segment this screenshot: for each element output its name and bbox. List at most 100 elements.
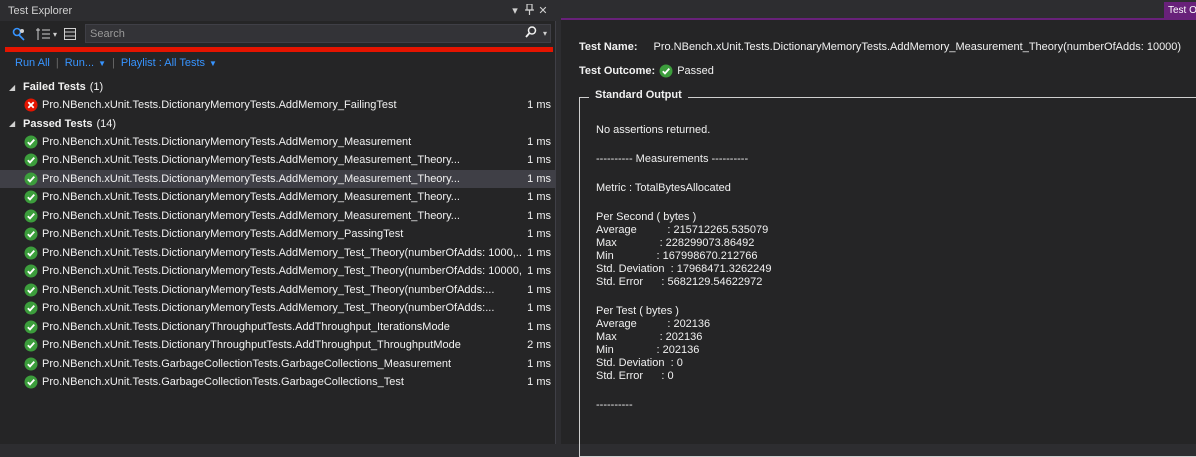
test-row[interactable]: Pro.NBench.xUnit.Tests.DictionaryMemoryT… [0,262,556,281]
passed-check-icon [24,375,38,389]
test-row[interactable]: Pro.NBench.xUnit.Tests.GarbageCollection… [0,373,556,392]
output-line: Min : 202136 [596,344,700,356]
toolbar: ▾ ▾ [0,22,556,46]
test-name: Pro.NBench.xUnit.Tests.GarbageCollection… [42,376,404,389]
output-line: Std. Deviation : 0 [596,357,683,369]
test-duration: 1 ms [527,265,551,278]
panel-menu-dropdown-icon[interactable]: ▾ [508,4,522,17]
group-by-icon[interactable] [10,25,28,43]
passed-check-icon [24,301,38,315]
playlist-menu-link[interactable]: Playlist : All Tests ▼ [121,57,217,69]
output-line: No assertions returned. [596,124,711,136]
test-tree: ◢ Failed Tests (1) Pro.NBench.xUnit.Test… [0,78,556,392]
output-line: Max : 202136 [596,331,703,343]
passed-tests-group[interactable]: ◢ Passed Tests (14) [0,115,556,133]
output-line: ---------- [596,399,633,411]
test-duration: 1 ms [527,99,551,112]
test-name: Pro.NBench.xUnit.Tests.DictionaryMemoryT… [42,191,460,204]
test-duration: 1 ms [527,283,551,296]
close-icon[interactable]: ✕ [536,4,550,17]
pin-icon[interactable] [522,2,536,18]
output-line: Min : 167998670.212766 [596,250,758,262]
failed-tests-group[interactable]: ◢ Failed Tests (1) [0,78,556,96]
separator: | [55,57,59,69]
failed-tests-list: Pro.NBench.xUnit.Tests.DictionaryMemoryT… [0,96,556,115]
panel-title: Test Explorer [8,4,73,17]
test-duration: 1 ms [527,191,551,204]
separator: | [112,57,115,69]
sort-dropdown-icon[interactable]: ▾ [53,30,57,39]
test-row[interactable]: Pro.NBench.xUnit.Tests.DictionaryMemoryT… [0,281,556,300]
sort-list-icon[interactable] [34,25,52,43]
collapse-triangle-icon[interactable]: ◢ [9,83,19,92]
output-line: Std. Error : 5682129.54622972 [596,276,763,288]
test-duration: 1 ms [527,154,551,167]
output-line: Metric : TotalBytesAllocated [596,182,731,194]
output-line: Std. Error : 0 [596,370,674,382]
test-duration: 1 ms [527,172,551,185]
group-count: (14) [96,117,117,130]
test-row[interactable]: Pro.NBench.xUnit.Tests.DictionaryThrough… [0,318,556,337]
passed-check-icon [24,246,38,260]
run-menu-link[interactable]: Run... ▼ [65,57,106,69]
test-name: Pro.NBench.xUnit.Tests.DictionaryMemoryT… [42,99,397,112]
test-duration: 1 ms [527,302,551,315]
test-duration: 1 ms [527,357,551,370]
passed-check-icon [24,190,38,204]
passed-tests-list: Pro.NBench.xUnit.Tests.DictionaryMemoryT… [0,133,556,392]
passed-check-icon [24,338,38,352]
test-row[interactable]: Pro.NBench.xUnit.Tests.DictionaryMemoryT… [0,244,556,263]
test-duration: 1 ms [527,246,551,259]
test-name-row: Test Name: Pro.NBench.xUnit.Tests.Dictio… [579,41,1181,53]
test-row[interactable]: Pro.NBench.xUnit.Tests.DictionaryMemoryT… [0,299,556,318]
test-detail-panel: Test Name: Pro.NBench.xUnit.Tests.Dictio… [561,20,1196,457]
playlist-dropdown-icon: ▼ [209,59,217,68]
failed-x-icon [24,98,38,112]
test-name-value[interactable]: Pro.NBench.xUnit.Tests.DictionaryMemoryT… [653,41,1181,53]
run-menu-label: Run... [64,57,95,69]
passed-check-icon [24,227,38,241]
test-name: Pro.NBench.xUnit.Tests.DictionaryMemoryT… [42,265,522,278]
search-options-dropdown-icon[interactable]: ▾ [543,29,547,38]
test-duration: 1 ms [527,209,551,222]
test-row[interactable]: Pro.NBench.xUnit.Tests.DictionaryMemoryT… [0,225,556,244]
test-explorer-panel: Test Explorer ▾ ✕ ▾ ▾ Run All | Run...▼ [0,0,556,444]
test-row[interactable]: Pro.NBench.xUnit.Tests.DictionaryMemoryT… [0,169,556,188]
search-input[interactable] [86,26,525,41]
output-line: ---------- Measurements ---------- [596,153,749,165]
test-name-label: Test Name: [579,41,638,53]
test-name: Pro.NBench.xUnit.Tests.DictionaryMemoryT… [42,172,460,185]
test-outcome-label: Test Outcome: [579,65,656,77]
passed-check-icon [24,264,38,278]
test-row[interactable]: Pro.NBench.xUnit.Tests.GarbageCollection… [0,355,556,374]
test-row[interactable]: Pro.NBench.xUnit.Tests.DictionaryMemoryT… [0,188,556,207]
run-all-link[interactable]: Run All [15,57,50,69]
output-line: Max : 228299073.86492 [596,237,755,249]
output-line: Average : 202136 [596,318,711,330]
search-icon[interactable] [525,26,542,41]
collapse-triangle-icon[interactable]: ◢ [9,119,19,128]
test-row[interactable]: Pro.NBench.xUnit.Tests.DictionaryMemoryT… [0,151,556,170]
test-name: Pro.NBench.xUnit.Tests.DictionaryMemoryT… [42,302,495,315]
collapse-all-icon[interactable] [61,25,79,43]
passed-check-icon [24,283,38,297]
passed-check-icon [24,172,38,186]
test-name: Pro.NBench.xUnit.Tests.DictionaryMemoryT… [42,283,495,296]
passed-check-icon [24,320,38,334]
group-label: Passed Tests [23,117,93,130]
test-row[interactable]: Pro.NBench.xUnit.Tests.DictionaryMemoryT… [0,207,556,226]
test-row[interactable]: Pro.NBench.xUnit.Tests.DictionaryThrough… [0,336,556,355]
test-row[interactable]: Pro.NBench.xUnit.Tests.DictionaryMemoryT… [0,96,556,115]
passed-check-icon [24,357,38,371]
standard-output-text: No assertions returned. ---------- Measur… [596,124,772,412]
panel-titlebar: Test Explorer ▾ ✕ [0,0,556,21]
test-duration: 1 ms [527,135,551,148]
tab-test-output[interactable]: Test Output [1164,2,1196,19]
test-row[interactable]: Pro.NBench.xUnit.Tests.DictionaryMemoryT… [0,133,556,152]
test-name: Pro.NBench.xUnit.Tests.DictionaryMemoryT… [42,228,404,241]
